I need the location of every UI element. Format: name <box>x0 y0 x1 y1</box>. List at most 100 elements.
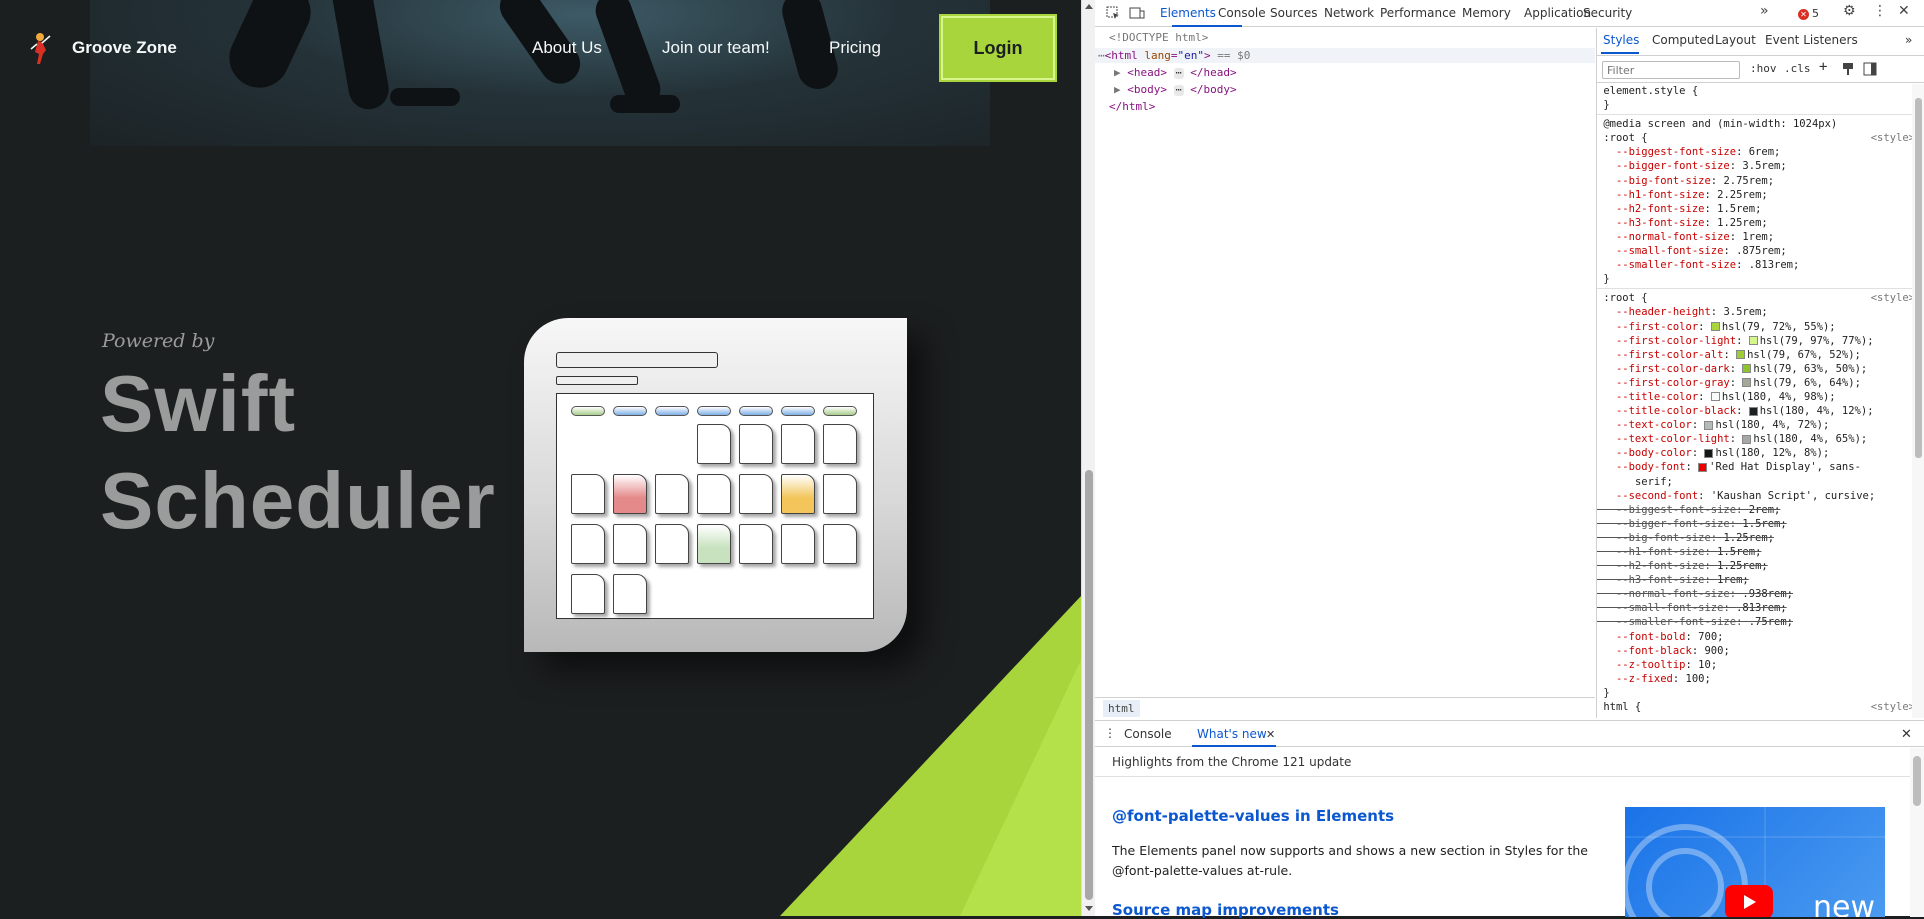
drawer-menu-icon[interactable]: ⋮ <box>1104 726 1116 740</box>
page-scrollbar[interactable] <box>1081 0 1095 916</box>
css-declaration: --bigger-font-size: 1.5rem; <box>1615 517 1787 530</box>
color-swatch[interactable] <box>1742 364 1752 374</box>
error-count-badge[interactable]: ✕ 5 <box>1798 7 1819 20</box>
css-declaration: --text-color-light: hsl(180, 4%, 65%); <box>1615 433 1868 446</box>
element-style-selector: element.style { <box>1603 85 1699 97</box>
drawer-tab-console[interactable]: Console <box>1124 727 1172 741</box>
devtools-tab-network[interactable]: Network <box>1324 6 1374 20</box>
styles-tab-computed[interactable]: Computed <box>1652 33 1714 47</box>
whats-new-video-thumbnail[interactable]: new <box>1625 807 1885 917</box>
breadcrumb-html[interactable]: html <box>1103 700 1140 717</box>
drawer-scrollbar[interactable] <box>1910 748 1924 917</box>
styles-tab-styles[interactable]: Styles <box>1603 33 1639 47</box>
close-drawer-icon[interactable]: ✕ <box>1901 727 1912 742</box>
styles-active-tab-indicator <box>1601 52 1639 54</box>
illustration-weekday-pill <box>655 406 689 416</box>
css-declaration: --small-font-size: .875rem; <box>1615 245 1787 258</box>
illustration-day-cell <box>697 424 731 464</box>
settings-icon[interactable]: ⚙ <box>1843 3 1856 19</box>
illustration-day-cell <box>823 424 857 464</box>
dom-html-node[interactable]: ⋯<html lang="en"> == $0 <box>1098 49 1250 62</box>
css-declaration: --body-color: hsl(180, 12%, 8%); <box>1615 447 1830 460</box>
css-declaration: --title-color-black: hsl(180, 4%, 12%); <box>1615 405 1874 418</box>
illustration-day-cell <box>823 474 857 514</box>
css-declaration: --h1-font-size: 2.25rem; <box>1615 188 1768 201</box>
rule-close-brace: } <box>1603 273 1610 286</box>
illustration-day-cell <box>823 524 857 564</box>
hero-title-line2: Scheduler <box>100 456 496 545</box>
login-button[interactable]: Login <box>939 14 1057 82</box>
dom-head-node[interactable]: ▶ <head> ⋯ </head> <box>1114 66 1237 79</box>
illustration-day-cell <box>781 424 815 464</box>
devtools-tab-sources[interactable]: Sources <box>1270 6 1317 20</box>
color-swatch[interactable] <box>1748 406 1758 416</box>
css-declaration: --smaller-font-size: .813rem; <box>1615 259 1800 272</box>
devtools-drawer: ⋮ Console What's new ✕ ✕ Highlights from… <box>1095 720 1924 919</box>
close-whats-new-icon[interactable]: ✕ <box>1266 728 1275 741</box>
paint-brush-icon[interactable] <box>1841 62 1855 76</box>
devtools-tab-performance[interactable]: Performance <box>1380 6 1456 20</box>
whats-new-heading-font-palette[interactable]: @font-palette-values in Elements <box>1112 807 1394 825</box>
styles-tab-layout[interactable]: Layout <box>1715 33 1756 47</box>
css-declaration: --h2-font-size: 1.25rem; <box>1615 560 1768 573</box>
color-swatch[interactable] <box>1704 448 1714 458</box>
color-swatch[interactable] <box>1698 462 1708 472</box>
more-tabs-icon[interactable]: » <box>1760 3 1769 19</box>
computed-sidebar-icon[interactable] <box>1863 62 1877 76</box>
drawer-tab-whats-new[interactable]: What's new <box>1197 727 1267 741</box>
devtools-tab-security[interactable]: Security <box>1583 6 1632 20</box>
website-viewport: Groove Zone About Us Join our team! Pric… <box>0 0 1081 916</box>
error-icon: ✕ <box>1798 8 1809 20</box>
css-declaration: --second-font: 'Kaushan Script', cursive… <box>1615 489 1876 502</box>
dom-body-node[interactable]: ▶ <body> ⋯ </body> <box>1114 83 1237 96</box>
active-tab-indicator <box>1172 25 1242 27</box>
styles-pane: Styles ComputedLayout Event Listeners » :h… <box>1596 28 1924 718</box>
device-toggle-icon[interactable] <box>1129 6 1145 20</box>
css-declaration: --small-font-size: .813rem; <box>1615 602 1787 615</box>
illustration-weekday-pill <box>823 406 857 416</box>
css-declaration: --biggest-font-size: 2rem; <box>1615 503 1781 516</box>
nav-pricing[interactable]: Pricing <box>829 38 881 58</box>
youtube-play-icon[interactable] <box>1725 885 1773 917</box>
css-declaration: --normal-font-size: .938rem; <box>1615 588 1793 601</box>
drawer-active-tab-indicator <box>1192 745 1276 747</box>
color-swatch[interactable] <box>1710 322 1720 331</box>
color-swatch[interactable] <box>1710 392 1720 402</box>
illustration-day-cell <box>613 574 647 614</box>
styles-tab-event-listeners[interactable]: Event Listeners <box>1765 33 1858 47</box>
whats-new-heading-source-maps[interactable]: Source map improvements <box>1112 901 1339 919</box>
page-scroll-thumb[interactable] <box>1085 470 1093 900</box>
color-swatch[interactable] <box>1748 336 1758 346</box>
styles-filter-input[interactable] <box>1602 61 1740 79</box>
css-declaration: --text-color: hsl(180, 4%, 72%); <box>1615 419 1830 432</box>
css-declaration: --first-color-dark: hsl(79, 63%, 50%); <box>1615 362 1868 375</box>
devtools-tab-application[interactable]: Application <box>1524 6 1591 20</box>
devtools-tab-memory[interactable]: Memory <box>1462 6 1511 20</box>
close-icon[interactable]: ✕ <box>1898 3 1910 19</box>
rule-close-brace: } <box>1603 99 1610 112</box>
scheduler-illustration <box>524 318 907 652</box>
devtools-tab-console[interactable]: Console <box>1218 6 1266 20</box>
devtools-tab-elements[interactable]: Elements <box>1160 6 1216 20</box>
nav-join-our-team[interactable]: Join our team! <box>662 38 770 58</box>
color-swatch[interactable] <box>1742 434 1752 444</box>
brand-name[interactable]: Groove Zone <box>72 38 177 58</box>
color-swatch[interactable] <box>1736 350 1746 360</box>
styles-scroll-thumb[interactable] <box>1915 98 1922 458</box>
class-toggle[interactable]: .cls <box>1784 62 1811 75</box>
drawer-scroll-thumb[interactable] <box>1913 756 1921 806</box>
dom-breadcrumb: html <box>1095 697 1595 719</box>
color-swatch[interactable] <box>1742 378 1752 388</box>
more-icon[interactable]: ⋮ <box>1873 3 1887 19</box>
illustration-day-cell <box>655 474 689 514</box>
nav-about-us[interactable]: About Us <box>532 38 602 58</box>
new-rule-icon[interactable]: + <box>1819 59 1827 75</box>
color-swatch[interactable] <box>1704 420 1714 430</box>
inspect-icon[interactable] <box>1106 6 1120 20</box>
groove-zone-logo-icon[interactable] <box>26 30 56 66</box>
css-declaration: --first-color: hsl(79, 72%, 55%); <box>1615 320 1836 333</box>
hover-state-toggle[interactable]: :hov <box>1750 62 1777 75</box>
styles-scrollbar[interactable] <box>1912 84 1924 718</box>
drawer-tab-bar: ⋮ Console What's new ✕ ✕ <box>1095 721 1924 747</box>
styles-more-tabs-icon[interactable]: » <box>1905 33 1912 47</box>
